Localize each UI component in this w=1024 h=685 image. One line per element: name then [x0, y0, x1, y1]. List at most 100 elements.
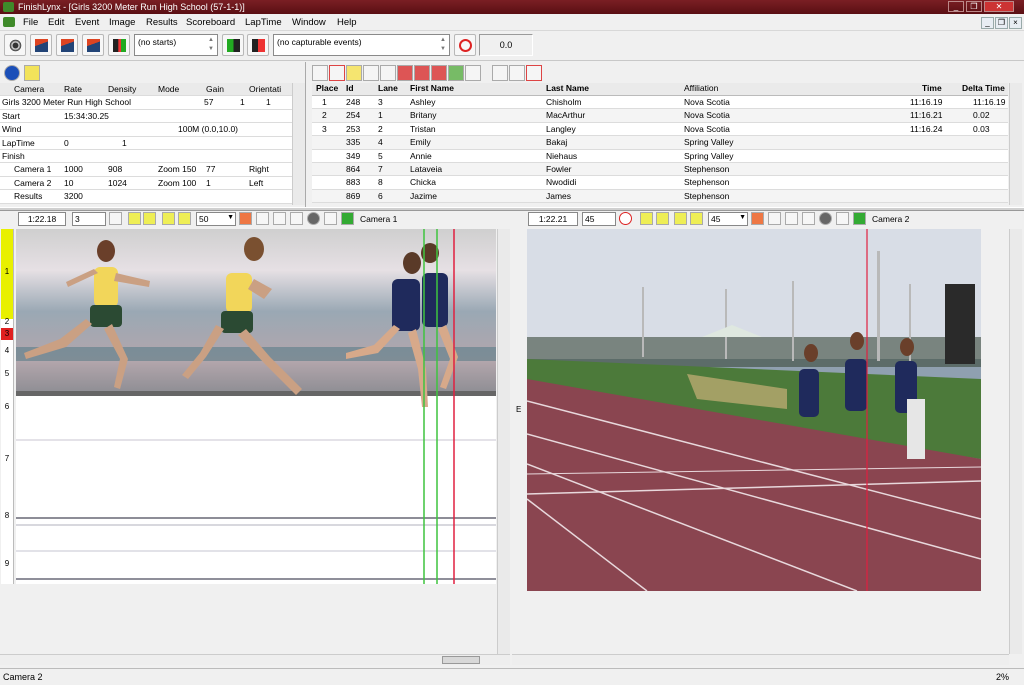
merge-icon[interactable]	[509, 65, 525, 81]
down-arrow-icon[interactable]	[24, 65, 40, 81]
color-icon[interactable]	[307, 212, 320, 225]
menu-event[interactable]: Event	[75, 17, 99, 28]
laptime-row[interactable]: LapTime 0 1	[0, 137, 292, 150]
col-affiliation[interactable]: Affiliation	[684, 83, 718, 93]
hurdle-icon[interactable]	[273, 212, 286, 225]
open-event-button[interactable]	[30, 34, 52, 56]
print-icon[interactable]	[836, 212, 849, 225]
menu-edit[interactable]: Edit	[48, 17, 64, 28]
prev-icon[interactable]	[128, 212, 141, 225]
split-icon[interactable]	[492, 65, 508, 81]
info-icon[interactable]	[4, 65, 20, 81]
split-time-icon[interactable]	[802, 212, 815, 225]
table-row[interactable]: 349 5 Annie Niehaus Spring Valley	[312, 149, 1008, 163]
delete-icon[interactable]	[329, 65, 345, 81]
minimize-icon[interactable]: _	[948, 1, 964, 12]
col-lane[interactable]: Lane	[378, 83, 398, 93]
mdi-restore-icon[interactable]: ❐	[995, 17, 1008, 29]
spin-arrows-icon[interactable]: ▲ ▼	[206, 36, 216, 54]
zoom-out-icon[interactable]	[674, 212, 687, 225]
menu-scoreboard[interactable]: Scoreboard	[186, 17, 235, 28]
table-row[interactable]: 883 8 Chicka Nwodidi Stephenson	[312, 176, 1008, 190]
next-icon[interactable]	[143, 212, 156, 225]
info-scrollbar[interactable]	[292, 83, 305, 205]
start-row[interactable]: Start 15:34:30.25	[0, 110, 292, 124]
search-icon[interactable]	[346, 65, 362, 81]
export-icon[interactable]	[414, 65, 430, 81]
camera-setup-button[interactable]	[108, 34, 130, 56]
col-id[interactable]: Id	[346, 83, 354, 93]
hide-icon[interactable]	[768, 212, 781, 225]
camera2-frame-input[interactable]: 45	[582, 212, 616, 226]
hide-icon[interactable]	[256, 212, 269, 225]
copy-icon[interactable]	[363, 65, 379, 81]
menu-laptime[interactable]: LapTime	[245, 17, 282, 28]
select-tool-icon[interactable]	[312, 65, 328, 81]
table-row[interactable]: 1 248 3 Ashley Chisholm Nova Scotia 11:16.19 11…	[312, 96, 1008, 110]
menu-image[interactable]: Image	[109, 17, 135, 28]
menu-file[interactable]: File	[23, 17, 38, 28]
save-icon[interactable]	[431, 65, 447, 81]
start-selector[interactable]: (no starts) ▲ ▼	[134, 34, 218, 56]
col-time[interactable]: Time	[922, 83, 942, 93]
camera2-image[interactable]	[527, 229, 981, 591]
scroll-thumb[interactable]	[442, 656, 480, 664]
camera2-hscrollbar[interactable]	[512, 654, 1009, 665]
stop-button[interactable]	[454, 34, 476, 56]
restore-icon[interactable]: ❐	[966, 1, 982, 12]
capture-icon[interactable]	[751, 212, 764, 225]
print-icon[interactable]	[465, 65, 481, 81]
col-last-name[interactable]: Last Name	[546, 83, 589, 93]
menu-help[interactable]: Help	[337, 17, 357, 28]
event-selector[interactable]: (no capturable events) ▲ ▼	[273, 34, 450, 56]
capture-button[interactable]	[4, 34, 26, 56]
list-icon[interactable]	[448, 65, 464, 81]
zoom-in-icon[interactable]	[690, 212, 703, 225]
wind-row[interactable]: Wind 100M (0.0,10.0)	[0, 123, 292, 137]
camera-2-row[interactable]: Camera 2 10 1024 Zoom 100 1 Left	[0, 177, 292, 191]
zoom-in-icon[interactable]	[178, 212, 191, 225]
no-entry-icon[interactable]	[619, 212, 632, 225]
mdi-minimize-icon[interactable]: _	[981, 17, 994, 29]
col-delta-time[interactable]: Delta Time	[962, 83, 1005, 93]
import-icon[interactable]	[397, 65, 413, 81]
capture-icon[interactable]	[239, 212, 252, 225]
table-row[interactable]: 335 4 Emily Bakaj Spring Valley	[312, 136, 1008, 150]
prev-icon[interactable]	[640, 212, 653, 225]
grid-icon[interactable]	[341, 212, 354, 225]
close-icon[interactable]: ✕	[984, 1, 1014, 12]
print-icon[interactable]	[324, 212, 337, 225]
export-event-button[interactable]	[82, 34, 104, 56]
hurdle-icon[interactable]	[785, 212, 798, 225]
start-camera-button[interactable]	[222, 34, 244, 56]
camera1-vscrollbar[interactable]	[497, 229, 510, 654]
remove-icon[interactable]	[526, 65, 542, 81]
zoom-out-icon[interactable]	[162, 212, 175, 225]
camera1-zoom-select[interactable]: 50 ▼	[196, 212, 236, 226]
color-icon[interactable]	[819, 212, 832, 225]
table-row[interactable]: 864 7 Lataveia Fowler Stephenson	[312, 163, 1008, 177]
menu-results[interactable]: Results	[146, 17, 178, 28]
results-scrollbar[interactable]	[1009, 83, 1022, 205]
camera1-hscrollbar[interactable]	[0, 654, 510, 665]
save-event-button[interactable]	[56, 34, 78, 56]
event-name-row[interactable]: Girls 3200 Meter Run High School 57 1 1	[0, 96, 292, 110]
grid-icon[interactable]	[853, 212, 866, 225]
lanes-icon[interactable]	[109, 212, 122, 225]
table-row[interactable]: 3 253 2 Tristan Langley Nova Scotia 11:16.24 0.…	[312, 122, 1008, 137]
mdi-close-icon[interactable]: ×	[1009, 17, 1022, 29]
split-time-icon[interactable]	[290, 212, 303, 225]
col-first-name[interactable]: First Name	[410, 83, 454, 93]
camera1-image[interactable]	[16, 229, 496, 584]
spin-arrows-icon[interactable]: ▲ ▼	[438, 36, 448, 54]
sort-icon[interactable]	[380, 65, 396, 81]
camera1-frame-input[interactable]: 3	[72, 212, 106, 226]
finish-row[interactable]: Finish	[0, 150, 292, 164]
next-icon[interactable]	[656, 212, 669, 225]
menu-window[interactable]: Window	[292, 17, 326, 28]
table-row[interactable]: 2 254 1 Britany MacArthur Nova Scotia 11:16.21…	[312, 109, 1008, 123]
col-place[interactable]: Place	[316, 83, 338, 93]
camera2-zoom-select[interactable]: 45 ▼	[708, 212, 748, 226]
results-row[interactable]: Results 3200	[0, 190, 292, 204]
arm-button[interactable]	[247, 34, 269, 56]
